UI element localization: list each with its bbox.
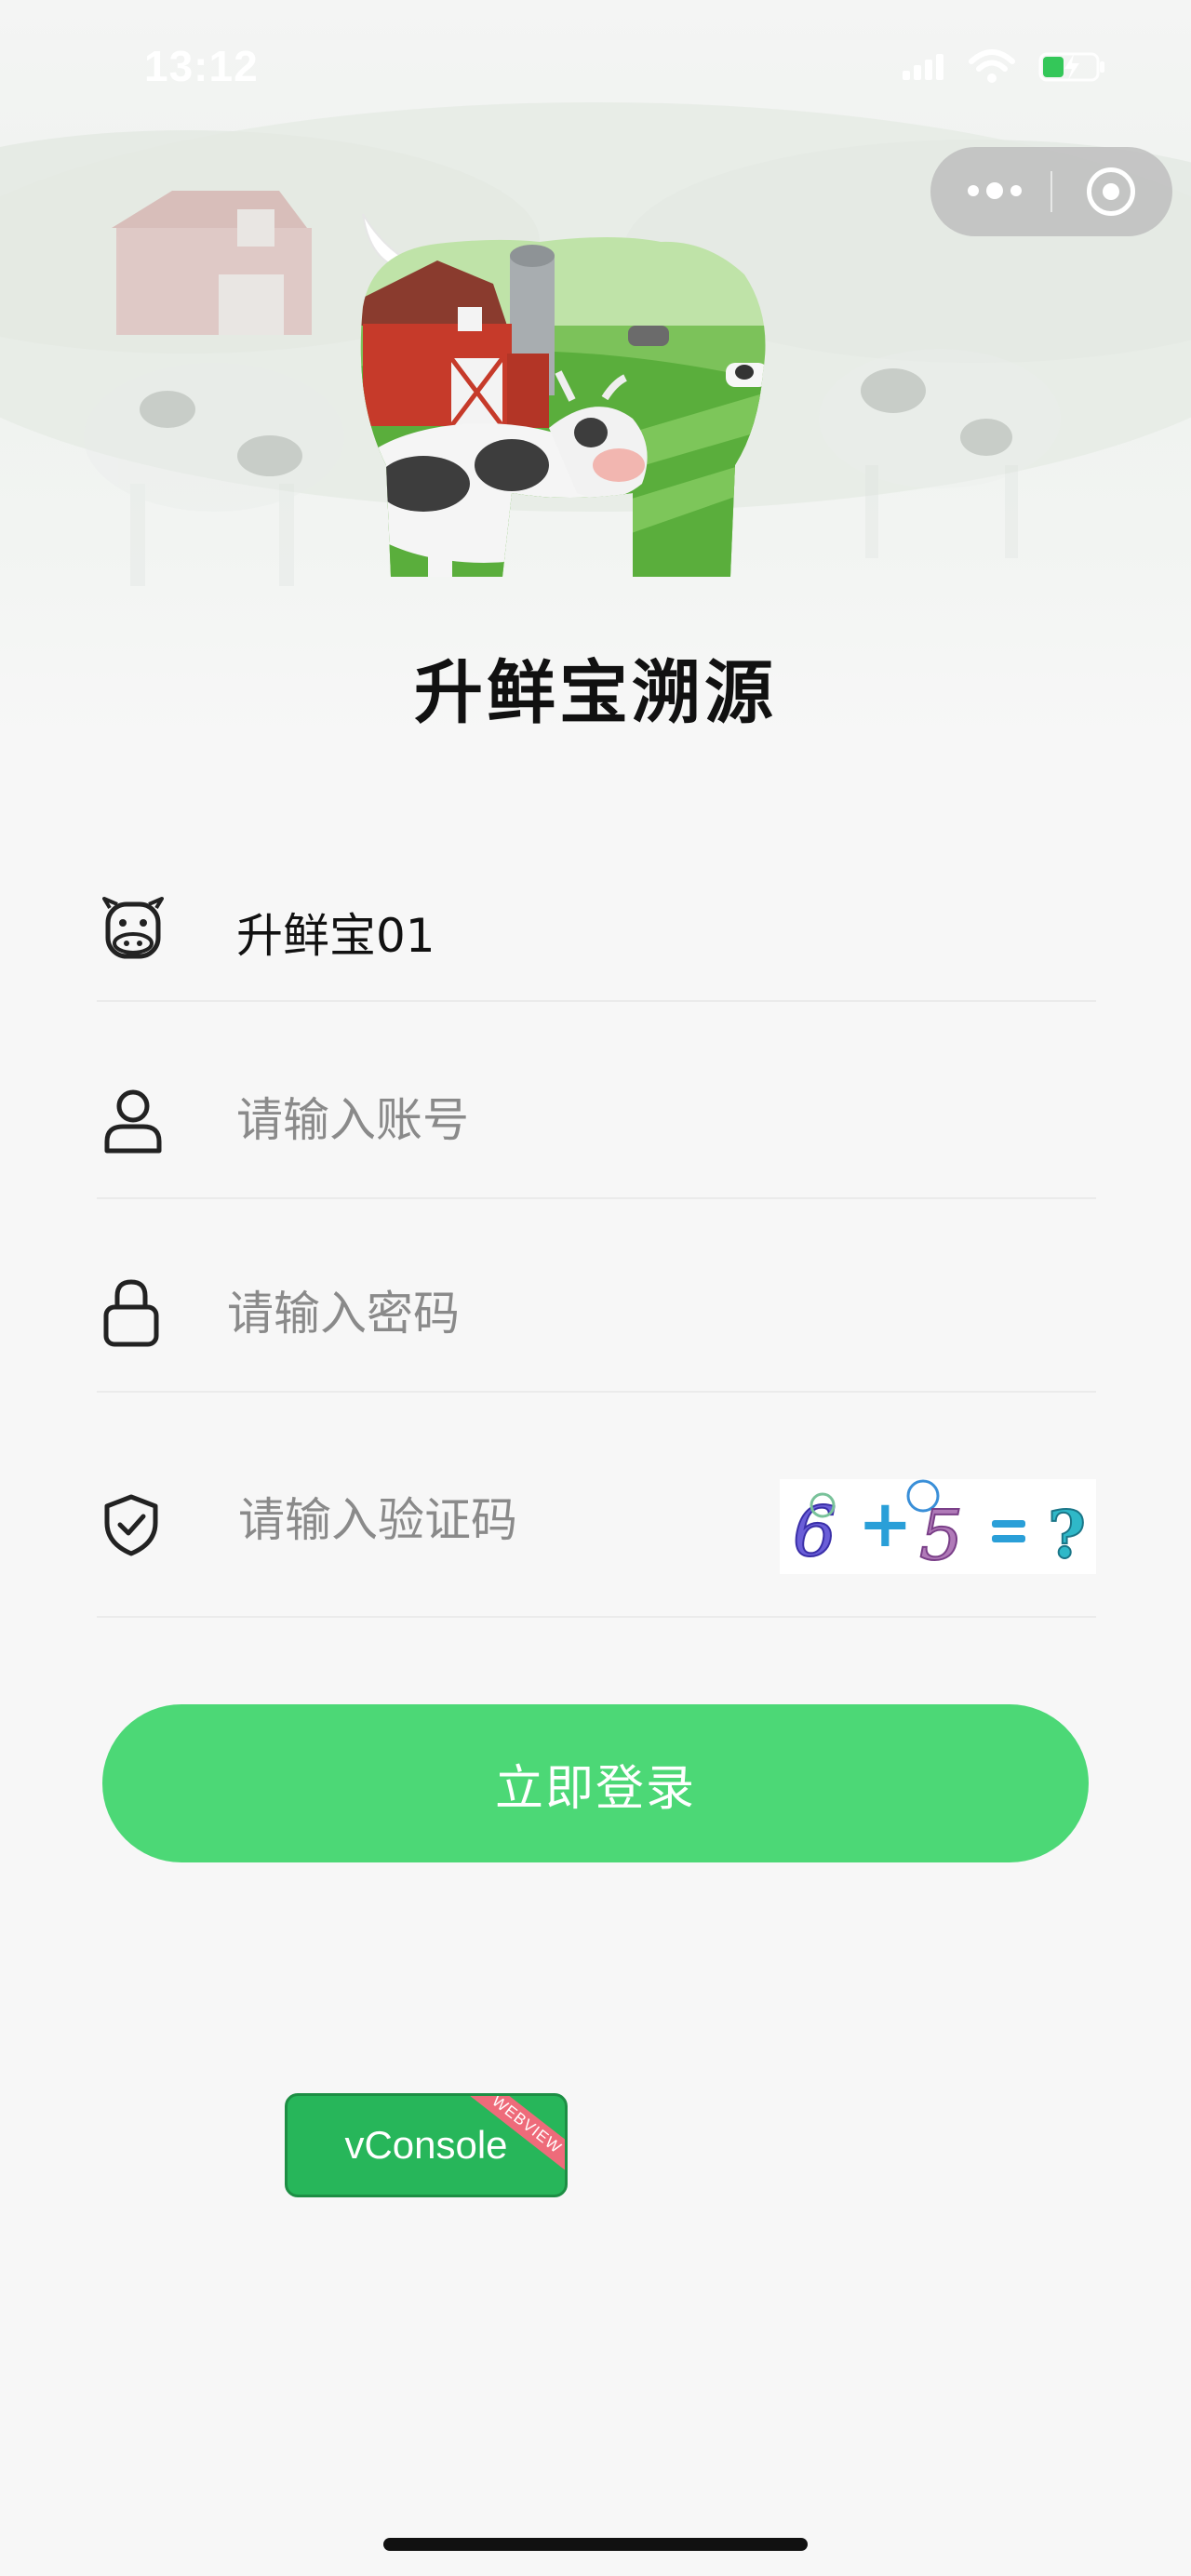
svg-text:6: 6 [793,1492,836,1572]
captcha-image[interactable]: 6 + 5 ? [780,1479,1096,1577]
password-input[interactable] [227,1287,785,1341]
battery-charging-icon [1038,52,1104,82]
lock-icon [103,1279,159,1347]
svg-text:5: 5 [919,1496,963,1574]
tenant-field[interactable]: 升鲜宝01 [97,874,1096,1002]
status-bar: 13:12 [0,0,1191,140]
account-input[interactable] [236,1093,795,1147]
account-field [97,1000,1096,1199]
close-circle-icon[interactable] [1087,167,1135,216]
user-icon [104,1089,162,1154]
more-icon[interactable] [968,182,1022,199]
home-indicator [383,2538,808,2551]
svg-text:+: + [858,1486,913,1562]
vconsole-label: vConsole [344,2123,508,2167]
status-time: 13:12 [144,42,259,90]
vconsole-button[interactable]: vConsole WEBVIEW [285,2093,568,2197]
app-title: 升鲜宝溯源 [414,653,777,733]
password-field [97,1197,1096,1393]
mini-program-capsule [930,147,1172,236]
captcha-6-plus-5-equals-image: 6 + 5 ? [792,1479,1087,1577]
wifi-icon [969,49,1015,83]
tenant-value: 升鲜宝01 [236,909,435,963]
cow-icon [102,897,164,959]
cow-farm-logo-icon [360,213,766,577]
status-icons [901,48,1107,86]
login-button[interactable]: 立即登录 [102,1704,1089,1862]
app-logo [335,186,772,595]
shield-check-icon [104,1494,158,1556]
signal-icon [903,54,943,80]
captcha-input[interactable] [238,1493,759,1547]
capsule-divider [1050,171,1052,212]
svg-text:?: ? [1048,1496,1086,1573]
